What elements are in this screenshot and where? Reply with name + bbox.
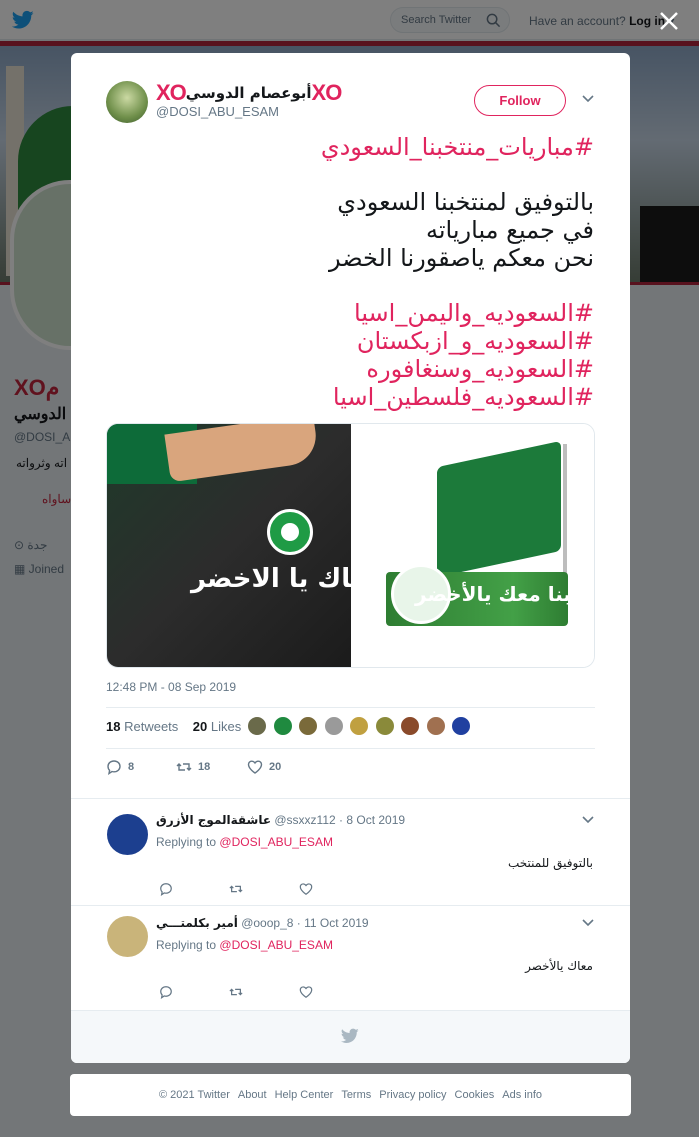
reply-header: عاشقةالموج الأزرق @ssxxz112 · 8 Oct 2019	[156, 813, 405, 827]
heart-icon[interactable]	[299, 882, 313, 896]
reply-icon[interactable]	[159, 985, 173, 999]
footer-link-ads-info[interactable]: Ads info	[502, 1089, 542, 1101]
media-image-right[interactable]: قلوبنا معك يالأخضر	[351, 424, 595, 667]
tweet-line: نحن معكم ياصقورنا الخضر	[328, 244, 594, 272]
hashtag-link[interactable]: #مباريات_منتخبنا_السعودي	[101, 133, 594, 161]
reply-display-name[interactable]: عاشقةالموج الأزرق	[156, 813, 271, 827]
chevron-down-icon[interactable]	[582, 815, 594, 825]
tweet-timestamp[interactable]: 12:48 PM - 08 Sep 2019	[106, 680, 236, 694]
heart-icon[interactable]	[299, 985, 313, 999]
reply-text: بالتوفيق للمنتخب	[508, 856, 593, 870]
likers-avatars	[247, 716, 477, 738]
tweet-line: في جميع مبارياته	[426, 216, 594, 244]
retweets-stat[interactable]: 18 Retweets	[106, 719, 178, 734]
author-avatar[interactable]	[106, 81, 148, 123]
author-handle[interactable]: @DOSI_ABU_ESAM	[156, 104, 279, 119]
hashtag-link[interactable]: #السعوديه_و_ازبكستان	[101, 327, 594, 355]
hashtag-link[interactable]: #السعوديه_واليمن_اسيا	[101, 299, 594, 327]
liker-avatar[interactable]	[272, 716, 293, 736]
reply-action[interactable]: 8	[106, 759, 134, 775]
hashtag-link[interactable]: #السعوديه_فلسطين_اسيا	[101, 383, 594, 411]
reply-header: أمير بكلمتـــي @ooop_8 · 11 Oct 2019	[156, 916, 369, 930]
liker-avatar[interactable]	[400, 716, 420, 736]
heart-icon	[247, 760, 263, 774]
reply-tweet[interactable]: عاشقةالموج الأزرق @ssxxz112 · 8 Oct 2019…	[71, 798, 630, 905]
replying-to-link[interactable]: @DOSI_ABU_ESAM	[219, 835, 333, 849]
reply-icon[interactable]	[159, 882, 173, 896]
tweet-line: بالتوفيق لمنتخبنا السعودي	[337, 188, 594, 216]
reply-text: معاك يالأخصر	[525, 959, 593, 973]
footer-link-cookies[interactable]: Cookies	[455, 1089, 495, 1101]
footer-copyright: © 2021 Twitter	[158, 1089, 230, 1101]
tweet-text: #مباريات_منتخبنا_السعودي بالتوفيق لمنتخب…	[101, 133, 594, 411]
reply-avatar[interactable]	[107, 814, 148, 855]
like-action[interactable]: 20	[247, 759, 281, 775]
tweet-stats: 18 Retweets 20 Likes	[106, 719, 241, 734]
liker-avatar[interactable]	[247, 716, 267, 736]
reply-display-name[interactable]: أمير بكلمتـــي	[156, 916, 238, 930]
reply-date[interactable]: · 8 Oct 2019	[339, 813, 405, 827]
close-icon[interactable]	[658, 10, 680, 32]
reply-tweet[interactable]: أمير بكلمتـــي @ooop_8 · 11 Oct 2019 Rep…	[71, 905, 630, 1010]
reply-avatar[interactable]	[107, 916, 148, 957]
author-display-name[interactable]: XO أبوعصام الدوسي XO	[156, 80, 342, 106]
retweet-icon[interactable]	[229, 985, 243, 999]
replying-to: Replying to @DOSI_ABU_ESAM	[156, 835, 333, 849]
follow-button[interactable]: Follow	[474, 85, 566, 116]
replying-to-link[interactable]: @DOSI_ABU_ESAM	[219, 938, 333, 952]
twitter-bird-icon	[341, 1028, 359, 1043]
tweet-media[interactable]: معاك يا الاخضر قلوبنا معك يالأخضر	[106, 423, 595, 668]
liker-avatar[interactable]	[298, 716, 318, 736]
footer-link-terms[interactable]: Terms	[341, 1089, 371, 1101]
divider	[106, 748, 595, 749]
retweet-action[interactable]: 18	[176, 759, 210, 775]
reply-handle[interactable]: @ssxxz112	[274, 813, 335, 827]
footer-link-help-center[interactable]: Help Center	[275, 1089, 334, 1101]
load-more-area[interactable]	[71, 1010, 630, 1063]
tweet-modal: XO أبوعصام الدوسي XO @DOSI_ABU_ESAM Foll…	[71, 53, 630, 1063]
media-caption-right: قلوبنا معك يالأخضر	[415, 582, 595, 606]
liker-avatar[interactable]	[374, 716, 395, 736]
footer-link-privacy[interactable]: Privacy policy	[379, 1089, 446, 1101]
replying-to: Replying to @DOSI_ABU_ESAM	[156, 938, 333, 952]
likes-stat[interactable]: 20 Likes	[193, 719, 241, 734]
saudi-flag-icon	[437, 440, 561, 578]
liker-avatar[interactable]	[451, 716, 471, 736]
retweet-icon[interactable]	[229, 882, 243, 896]
liker-avatar[interactable]	[349, 716, 369, 736]
liker-avatar[interactable]	[425, 716, 446, 736]
chevron-down-icon[interactable]	[582, 918, 594, 928]
media-image-left[interactable]: معاك يا الاخضر	[107, 424, 382, 667]
reply-date[interactable]: · 11 Oct 2019	[297, 916, 369, 930]
footer: © 2021 Twitter About Help Center Terms P…	[70, 1074, 631, 1116]
retweet-icon	[176, 763, 192, 771]
reply-handle[interactable]: @ooop_8	[241, 916, 293, 930]
chevron-down-icon[interactable]	[582, 94, 594, 104]
footer-link-about[interactable]: About	[238, 1089, 267, 1101]
hashtag-link[interactable]: #السعوديه_وسنغافوره	[101, 355, 594, 383]
liker-avatar[interactable]	[323, 716, 344, 736]
club-badge-icon	[267, 509, 313, 555]
divider	[106, 707, 595, 708]
reply-icon	[107, 760, 121, 775]
